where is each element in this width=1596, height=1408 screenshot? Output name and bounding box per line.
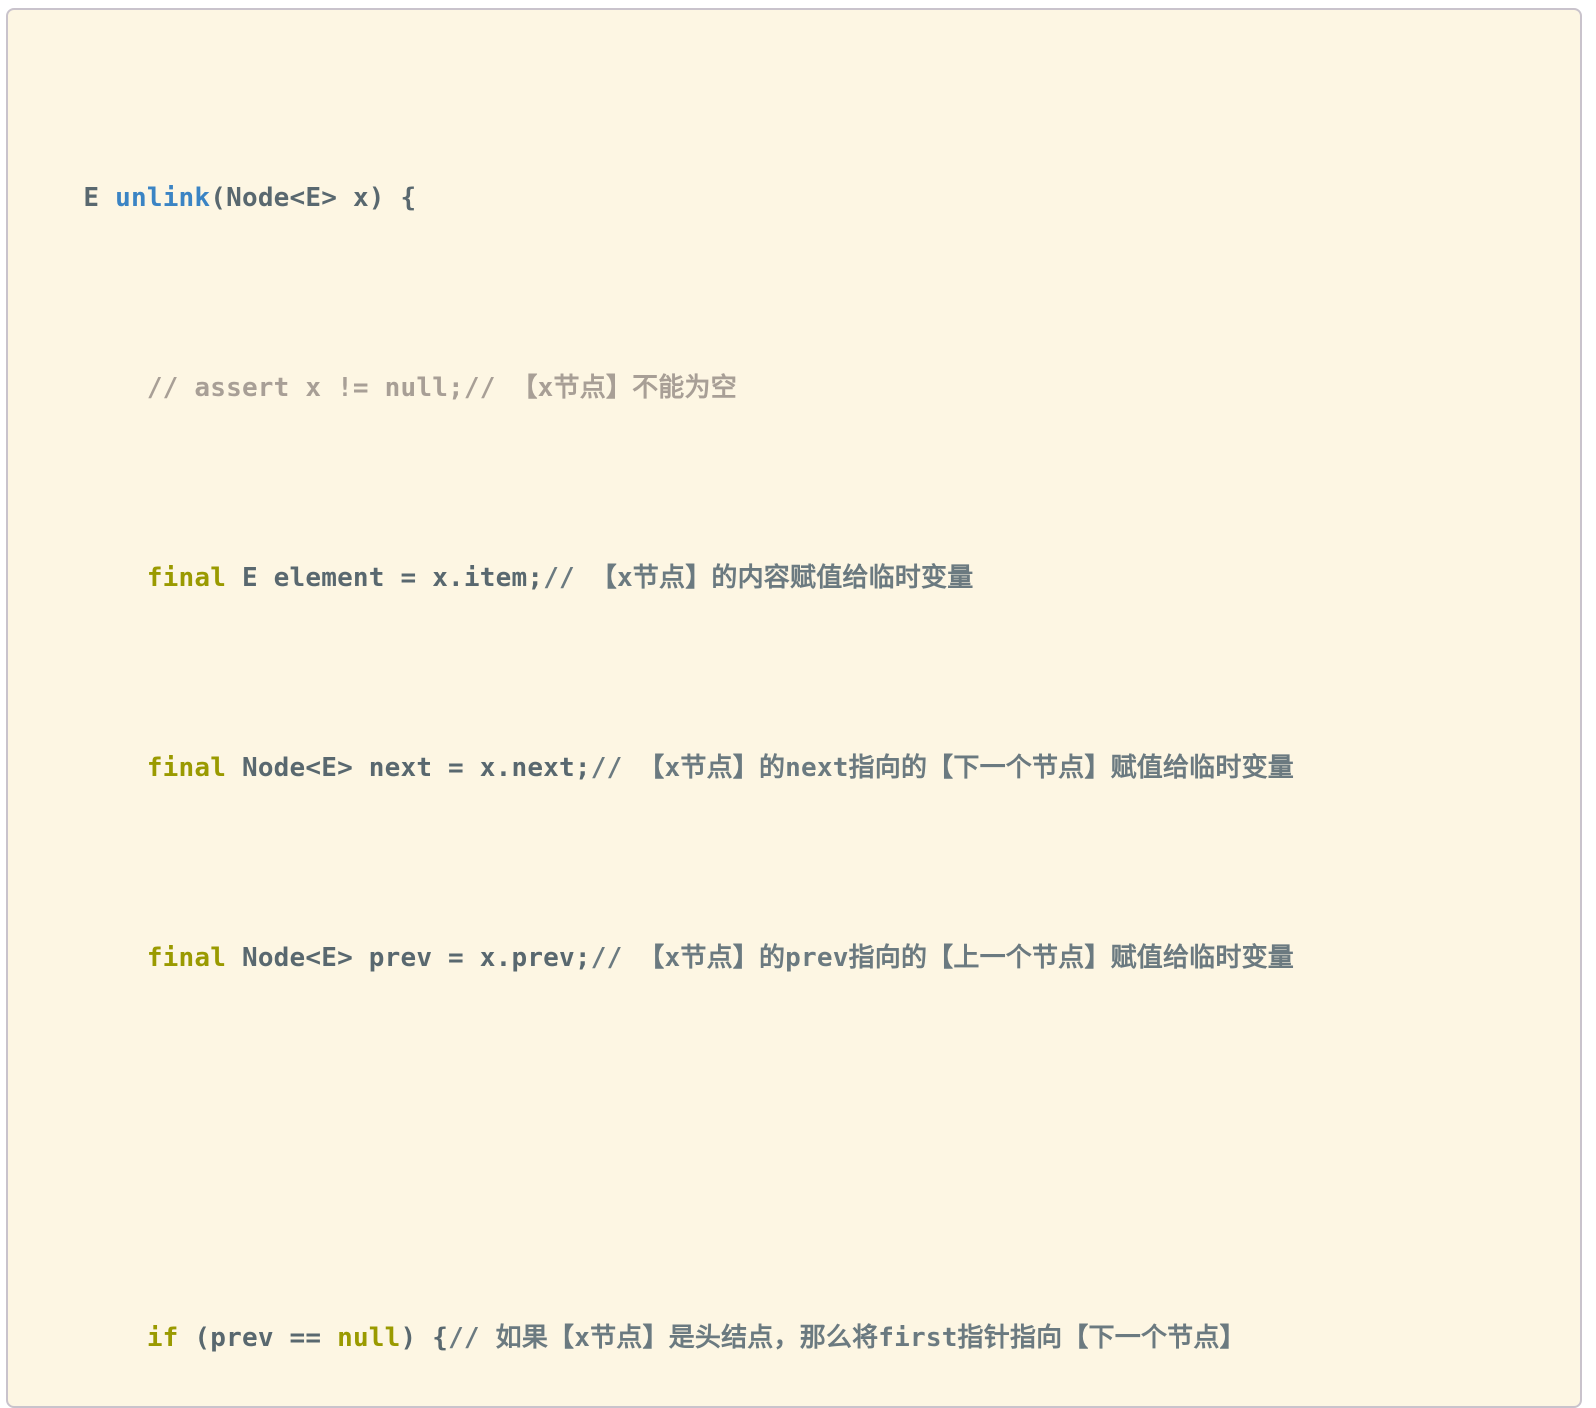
- type-token: E: [83, 182, 116, 213]
- code-line-2: // assert x != null;// 【x节点】不能为空: [20, 365, 1568, 413]
- function-name: unlink: [115, 182, 211, 213]
- code-text: Node<E> next = x.next;: [226, 752, 591, 783]
- code-line-4: final Node<E> next = x.next;// 【x节点】的nex…: [20, 745, 1568, 793]
- keyword-final: final: [146, 942, 227, 973]
- code-text: E element = x.item;: [226, 562, 544, 593]
- inline-comment: // 【x节点】的next指向的【下一个节点】赋值给临时变量: [590, 752, 1294, 783]
- code-text: Node<E> prev = x.prev;: [226, 942, 591, 973]
- code-line-6-blank: [20, 1125, 1568, 1173]
- code-block: E unlink(Node<E> x) { // assert x != nul…: [6, 8, 1582, 1408]
- keyword-if: if: [146, 1322, 179, 1353]
- code-line-5: final Node<E> prev = x.prev;// 【x节点】的pre…: [20, 935, 1568, 983]
- code-line-3: final E element = x.item;// 【x节点】的内容赋值给临…: [20, 555, 1568, 603]
- keyword-final: final: [146, 562, 227, 593]
- inline-comment: // 【x节点】的prev指向的【上一个节点】赋值给临时变量: [590, 942, 1294, 973]
- signature-rest: (Node<E> x) {: [210, 182, 417, 213]
- inline-comment: // 【x节点】的内容赋值给临时变量: [543, 562, 974, 593]
- code-line-7: if (prev == null) {// 如果【x节点】是头结点，那么将fir…: [20, 1315, 1568, 1363]
- code-text: (prev ==: [178, 1322, 338, 1353]
- code-text: ) {: [400, 1322, 449, 1353]
- code-content[interactable]: E unlink(Node<E> x) { // assert x != nul…: [8, 10, 1580, 1406]
- comment: // assert x != null;// 【x节点】不能为空: [146, 372, 737, 403]
- keyword-null: null: [337, 1322, 401, 1353]
- code-line-1: E unlink(Node<E> x) {: [20, 175, 1568, 223]
- inline-comment: // 如果【x节点】是头结点，那么将first指针指向【下一个节点】: [448, 1322, 1246, 1353]
- keyword-final: final: [146, 752, 227, 783]
